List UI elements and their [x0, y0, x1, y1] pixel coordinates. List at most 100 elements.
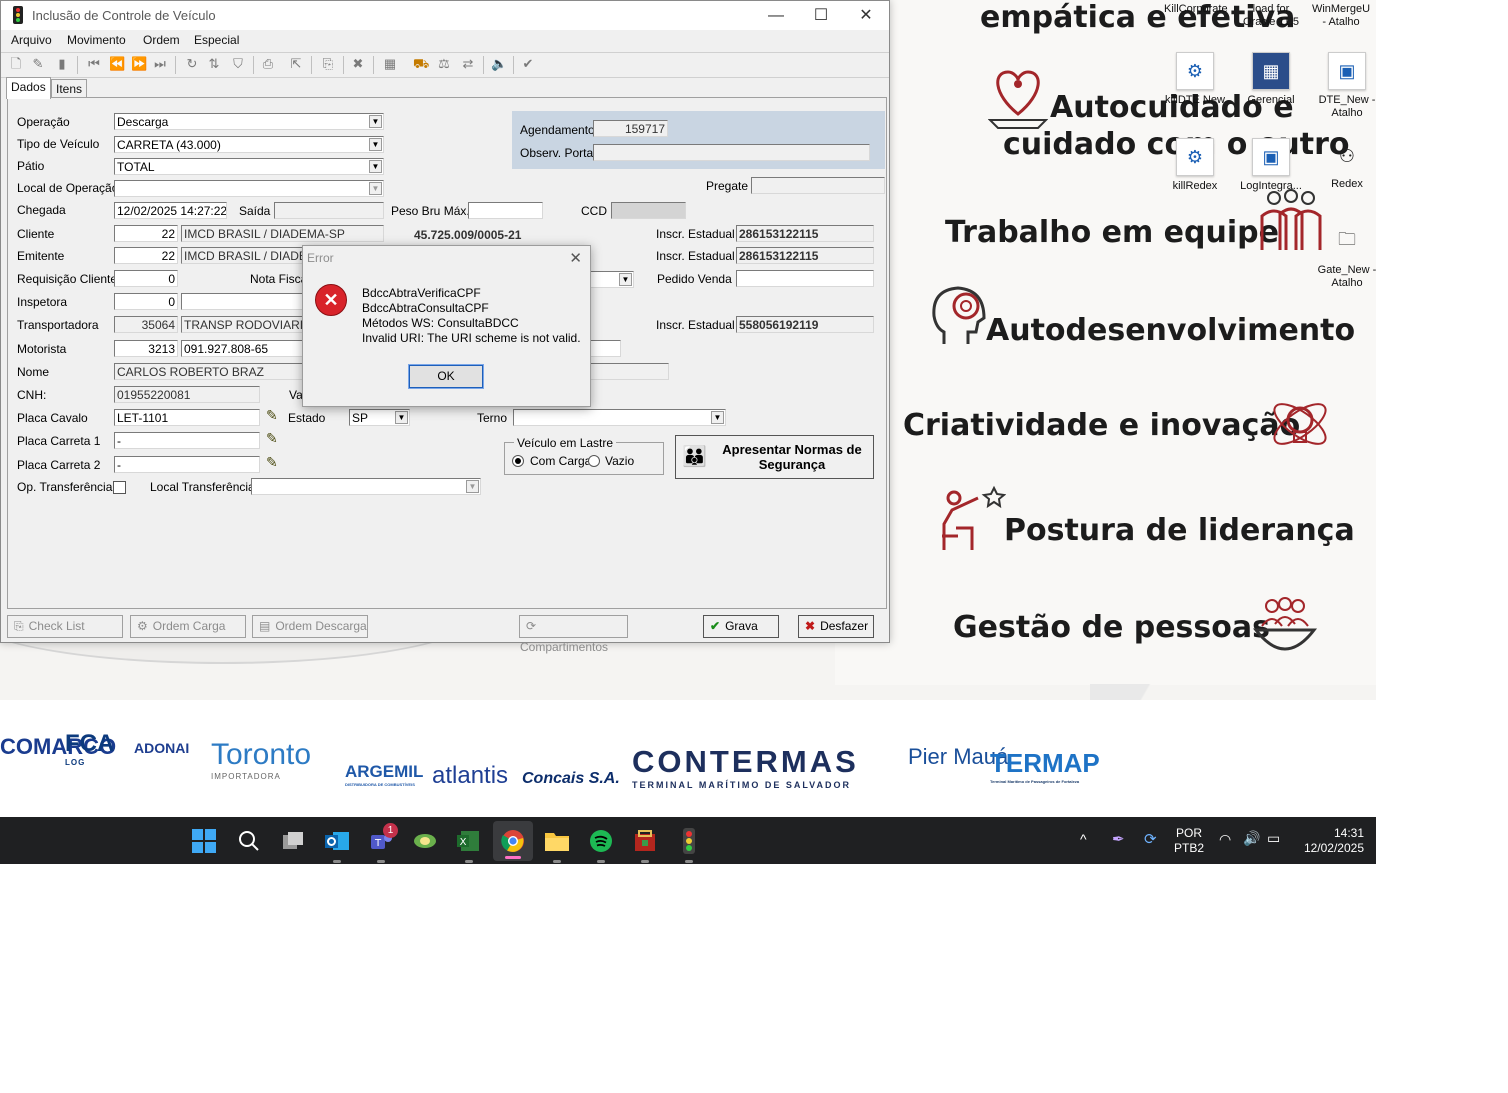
previous-record-icon[interactable]: ⏪: [109, 57, 125, 71]
ordem-carga-button[interactable]: ⚙ Ordem Carga: [130, 615, 246, 638]
desktop-icon-killcorporate[interactable]: KillCorporate: [1164, 3, 1228, 16]
chevron-down-icon[interactable]: ▼: [369, 160, 382, 173]
delete-icon[interactable]: ▮: [55, 57, 69, 71]
truck-icon[interactable]: ⛟: [413, 57, 429, 71]
close-button[interactable]: ✕: [843, 1, 889, 30]
battery-icon[interactable]: ▭: [1267, 830, 1280, 847]
desktop-icon-killredex[interactable]: ⚙ killRedex: [1164, 138, 1226, 193]
transportadora-ie-field[interactable]: 558056192119: [736, 316, 874, 333]
last-record-icon[interactable]: ⏭: [153, 57, 167, 71]
chevron-down-icon[interactable]: ▼: [619, 273, 632, 286]
ordem-descarga-button[interactable]: ▤ Ordem Descarga: [252, 615, 368, 638]
com-carga-radio[interactable]: [512, 455, 524, 467]
cancel-icon[interactable]: ✖: [351, 57, 365, 71]
new-icon[interactable]: 🗋: [9, 57, 23, 71]
patio-select[interactable]: TOTAL ▼: [114, 158, 384, 175]
menu-ordem[interactable]: Ordem: [143, 33, 180, 47]
saida-field[interactable]: [274, 202, 384, 219]
sound-icon[interactable]: 🔈: [491, 57, 507, 71]
desfazer-button[interactable]: ✖ Desfazer: [798, 615, 874, 638]
cliente-ie-field[interactable]: 286153122115: [736, 225, 874, 242]
scale-icon[interactable]: ⚖: [437, 57, 451, 71]
filter-icon[interactable]: ⛉: [231, 57, 245, 71]
chrome-icon[interactable]: [493, 821, 533, 861]
export-icon[interactable]: ⇱: [289, 57, 303, 71]
nome-extra-field[interactable]: [587, 363, 669, 380]
sync-icon[interactable]: ⟳: [1144, 830, 1157, 848]
chevron-down-icon[interactable]: ▼: [466, 480, 479, 493]
ok-button[interactable]: OK: [408, 364, 484, 389]
terno-select[interactable]: ▼: [513, 409, 726, 426]
tab-itens[interactable]: Itens: [51, 79, 88, 99]
pen-icon[interactable]: ✎: [266, 454, 278, 471]
emitente-ie-field[interactable]: 286153122115: [736, 247, 874, 264]
tab-dados[interactable]: Dados: [6, 77, 51, 99]
nota-fiscal-select[interactable]: ▼: [587, 271, 634, 288]
desktop-icon-logintegra[interactable]: ▣ LogIntegra...: [1240, 138, 1302, 193]
local-operacao-select[interactable]: ▼: [114, 180, 384, 197]
motorista-code-field[interactable]: 3213: [114, 340, 178, 357]
desktop-icon-winmerge[interactable]: WinMergeU - Atalho: [1310, 3, 1372, 29]
minimize-button[interactable]: —: [753, 1, 799, 30]
transportadora-name-field[interactable]: TRANSP RODOVIARIO: [181, 316, 306, 333]
menu-especial[interactable]: Especial: [194, 33, 239, 47]
edit-icon[interactable]: ✎: [31, 57, 45, 71]
close-icon[interactable]: ✕: [569, 249, 582, 267]
traffic-light-icon[interactable]: [673, 825, 705, 863]
search-icon[interactable]: [233, 825, 265, 857]
app-icon[interactable]: [409, 825, 441, 857]
chevron-down-icon[interactable]: ▼: [369, 115, 382, 128]
cnh-field[interactable]: 01955220081: [114, 386, 260, 403]
transportadora-code-field[interactable]: 35064: [114, 316, 178, 333]
transfer-icon[interactable]: ⇄: [461, 57, 475, 71]
clock[interactable]: 14:31 12/02/2025: [1298, 826, 1364, 856]
inspetora-name-field[interactable]: [181, 293, 306, 310]
wifi-icon[interactable]: ◠: [1219, 831, 1231, 848]
observ-portal-field[interactable]: [593, 144, 870, 161]
pen-icon[interactable]: ✎: [266, 407, 278, 424]
chevron-up-icon[interactable]: ^: [1080, 831, 1087, 847]
check-list-button[interactable]: ⎘ Check List: [7, 615, 123, 638]
pedido-venda-field[interactable]: [736, 270, 874, 287]
teams-icon[interactable]: T 1: [365, 823, 398, 863]
compartimentos-button[interactable]: ⟳ Compartimentos: [519, 615, 628, 654]
chegada-field[interactable]: 12/02/2025 14:27:22: [114, 202, 227, 219]
language-indicator[interactable]: POR PTB2: [1174, 826, 1204, 856]
task-view-icon[interactable]: [277, 825, 309, 857]
ccd-field[interactable]: [611, 202, 686, 219]
windows-start-icon[interactable]: [188, 825, 220, 857]
motorista-extra-field[interactable]: [587, 340, 621, 357]
inspetora-code-field[interactable]: 0: [114, 293, 178, 310]
operacao-select[interactable]: Descarga ▼: [114, 113, 384, 130]
desktop-icon-redex[interactable]: ⚇ Redex: [1316, 138, 1376, 191]
title-bar[interactable]: Inclusão de Controle de Veículo — ☐ ✕: [1, 1, 889, 30]
desktop-icon-dte-new[interactable]: ▣ DTE_New - Atalho: [1316, 52, 1376, 120]
pregate-field[interactable]: [751, 177, 885, 194]
desktop-icon-killdte[interactable]: ⚙ killDTE New: [1164, 52, 1226, 107]
sort-icon[interactable]: ⇅: [207, 57, 221, 71]
vazio-radio[interactable]: [588, 455, 600, 467]
excel-icon[interactable]: X: [453, 825, 485, 863]
next-record-icon[interactable]: ⏩: [131, 57, 147, 71]
chevron-down-icon[interactable]: ▼: [711, 411, 724, 424]
requisicao-field[interactable]: 0: [114, 270, 178, 287]
emitente-code-field[interactable]: 22: [114, 247, 178, 264]
local-transferencia-select[interactable]: ▼: [251, 478, 481, 495]
toolbox-icon[interactable]: [629, 825, 661, 863]
confirm-icon[interactable]: ✔: [521, 57, 535, 71]
placa-carreta2-field[interactable]: -: [114, 456, 260, 473]
chevron-down-icon[interactable]: ▼: [395, 411, 408, 424]
desktop-icon-load-oracle[interactable]: load for Oracle 11.5: [1240, 3, 1302, 29]
cliente-name-field[interactable]: IMCD BRASIL / DIADEMA-SP: [181, 225, 384, 242]
desktop-icon-gate-new[interactable]: 🗀 Gate_New - Atalho: [1316, 224, 1376, 290]
outlook-icon[interactable]: [321, 825, 353, 863]
maximize-button[interactable]: ☐: [798, 1, 844, 30]
agendamento-field[interactable]: 159717: [593, 120, 668, 137]
motorista-cpf-field[interactable]: 091.927.808-65: [181, 340, 306, 357]
refresh-icon[interactable]: ↻: [185, 57, 199, 71]
file-explorer-icon[interactable]: [541, 825, 573, 863]
grava-button[interactable]: ✔ Grava: [703, 615, 779, 638]
desktop-icon-gerencial[interactable]: ▦ Gerencial: [1240, 52, 1302, 107]
menu-arquivo[interactable]: Arquivo: [11, 33, 52, 47]
estado-select[interactable]: SP ▼: [349, 409, 410, 426]
